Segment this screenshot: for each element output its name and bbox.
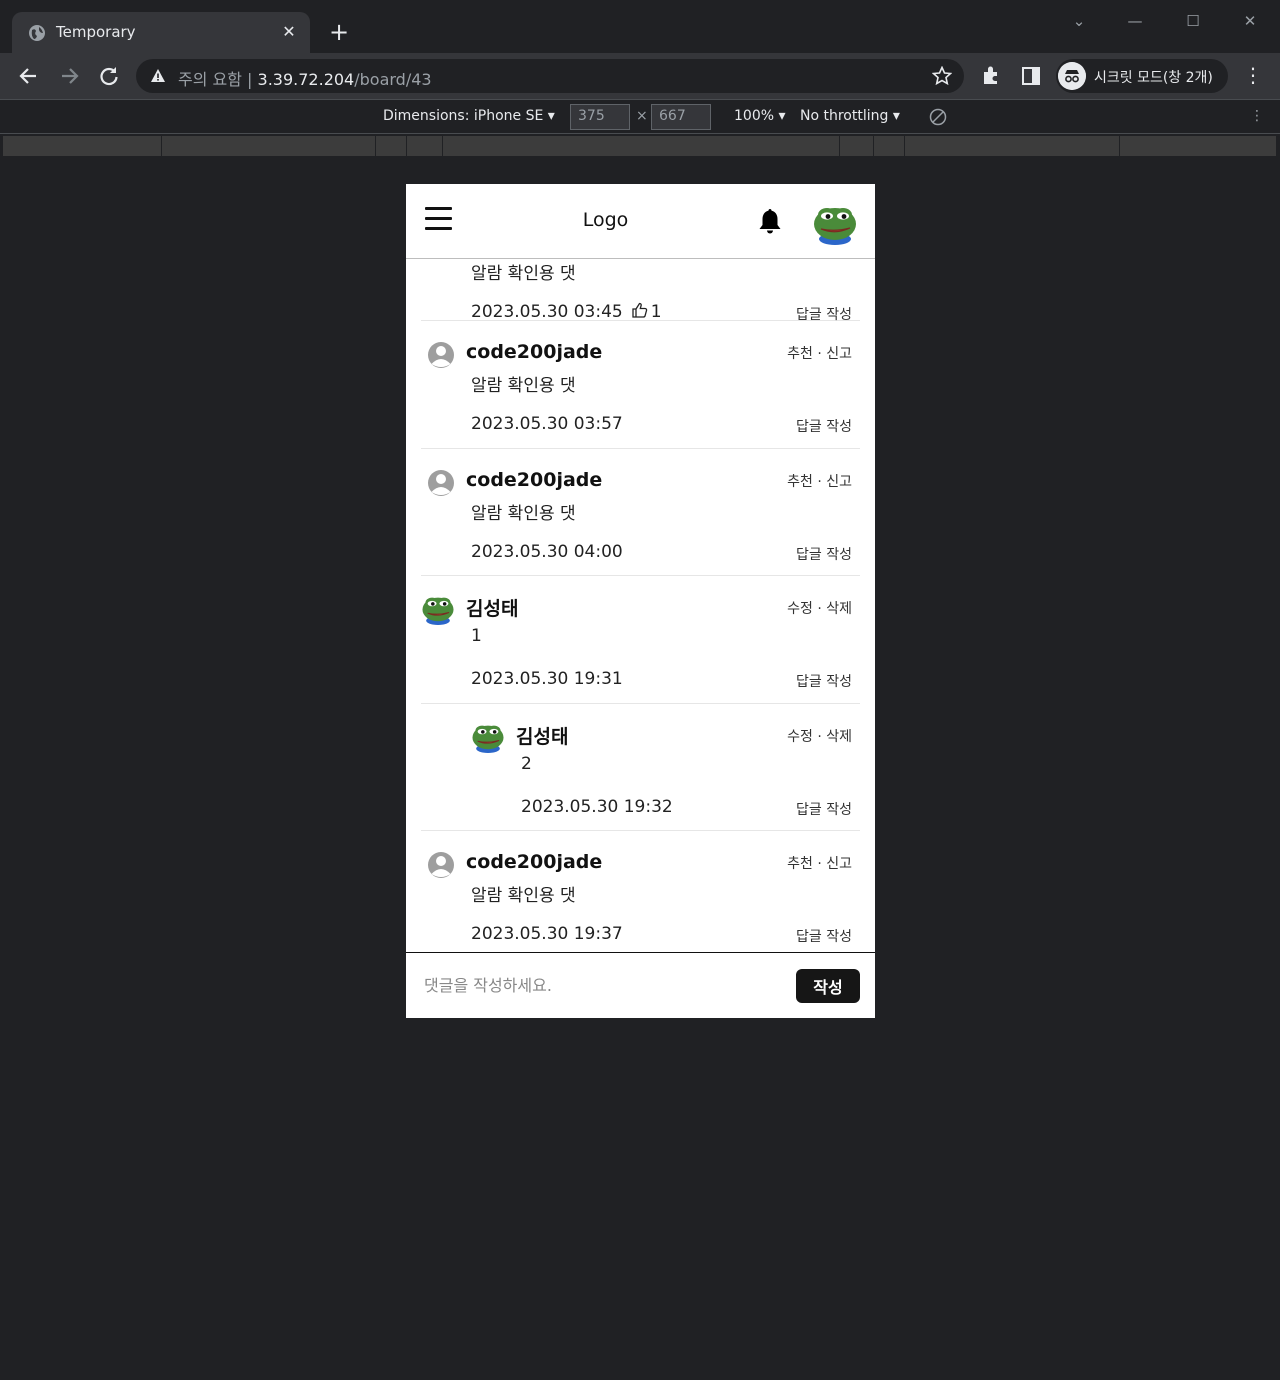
frog-avatar-icon bbox=[472, 725, 504, 753]
comment-actions[interactable]: 수정 · 삭제 bbox=[787, 598, 852, 618]
comment-date: 2023.05.30 03:45 1 bbox=[471, 302, 662, 322]
app-header: Logo bbox=[406, 184, 875, 259]
comment-body: 알람 확인용 댓 bbox=[471, 264, 576, 284]
ruler-segment[interactable] bbox=[407, 136, 443, 156]
frog-avatar-icon[interactable] bbox=[812, 199, 858, 245]
rotate-icon[interactable] bbox=[929, 108, 947, 126]
ruler-segment[interactable] bbox=[840, 136, 874, 156]
browser-tab[interactable]: Temporary ✕ bbox=[12, 12, 310, 53]
comment-body: 알람 확인용 댓 bbox=[471, 504, 576, 524]
url-path: /board/43 bbox=[354, 70, 432, 89]
browser-menu-icon[interactable]: ⋮ bbox=[1240, 63, 1266, 89]
comment-input[interactable] bbox=[416, 967, 786, 1003]
new-tab-button[interactable]: + bbox=[326, 20, 352, 46]
address-bar[interactable]: 주의 요함 | 3.39.72.204/board/43 bbox=[136, 59, 964, 93]
ruler-segment[interactable] bbox=[1120, 136, 1277, 156]
bell-icon[interactable] bbox=[758, 208, 782, 234]
globe-icon bbox=[29, 25, 45, 41]
app-logo[interactable]: Logo bbox=[406, 209, 805, 231]
default-user-avatar-icon bbox=[428, 852, 454, 878]
like-count: 1 bbox=[650, 302, 662, 322]
tab-search-icon[interactable]: ⌄ bbox=[1066, 8, 1092, 34]
minimize-icon[interactable]: — bbox=[1122, 8, 1148, 34]
comment-item: code200jade 추천 · 신고 알람 확인용 댓 2023.05.30 … bbox=[421, 449, 860, 576]
default-user-avatar-icon bbox=[428, 342, 454, 368]
device-height-input[interactable]: 667 bbox=[651, 104, 711, 130]
comment-author[interactable]: code200jade bbox=[466, 851, 602, 873]
frog-avatar-icon bbox=[422, 597, 454, 625]
comment-actions[interactable]: 추천 · 신고 bbox=[787, 471, 852, 491]
comment-date: 2023.05.30 03:57 bbox=[471, 414, 623, 434]
incognito-label: 시크릿 모드(창 2개) bbox=[1094, 70, 1213, 86]
reply-button[interactable]: 답글 작성 bbox=[796, 671, 852, 691]
reply-comment-item: 김성태 수정 · 삭제 2 2023.05.30 19:32 답글 작성 bbox=[421, 704, 860, 831]
reply-button[interactable]: 답글 작성 bbox=[796, 926, 852, 946]
comment-author[interactable]: 김성태 bbox=[516, 722, 568, 749]
comment-body: 알람 확인용 댓 bbox=[471, 886, 576, 906]
reply-button[interactable]: 답글 작성 bbox=[796, 416, 852, 436]
thumbs-up-icon[interactable] bbox=[631, 302, 648, 319]
comment-actions[interactable]: 추천 · 신고 bbox=[787, 343, 852, 363]
reload-icon[interactable] bbox=[96, 63, 122, 89]
ruler-segment[interactable] bbox=[905, 136, 1120, 156]
security-warning-label: 주의 요함 bbox=[178, 70, 242, 89]
comment-feed[interactable]: 알람 확인용 댓 2023.05.30 03:45 1 답글 작성 code200… bbox=[406, 259, 875, 952]
comment-actions[interactable]: 추천 · 신고 bbox=[787, 853, 852, 873]
comment-body: 1 bbox=[471, 626, 482, 646]
close-tab-icon[interactable]: ✕ bbox=[278, 21, 300, 43]
comment-author[interactable]: code200jade bbox=[466, 469, 602, 491]
comment-item: 알람 확인용 댓 2023.05.30 03:45 1 답글 작성 bbox=[421, 259, 860, 323]
comment-author[interactable]: code200jade bbox=[466, 341, 602, 363]
zoom-dropdown[interactable]: 100% ▾ bbox=[734, 108, 786, 124]
ruler-segment[interactable] bbox=[443, 136, 840, 156]
comment-date: 2023.05.30 19:37 bbox=[471, 924, 623, 944]
warning-icon[interactable] bbox=[150, 68, 166, 84]
device-toolbar: Dimensions: iPhone SE ▾ 375 × 667 100% ▾… bbox=[0, 99, 1280, 134]
comment-input-bar: 작성 bbox=[406, 952, 875, 1018]
comment-item: 김성태 수정 · 삭제 1 2023.05.30 19:31 답글 작성 bbox=[421, 576, 860, 704]
maximize-icon[interactable]: ☐ bbox=[1180, 8, 1206, 34]
comment-date: 2023.05.30 19:32 bbox=[521, 797, 673, 817]
ruler-segment[interactable] bbox=[162, 136, 376, 156]
default-user-avatar-icon bbox=[428, 470, 454, 496]
forward-arrow-icon[interactable] bbox=[56, 63, 82, 89]
throttling-dropdown[interactable]: No throttling ▾ bbox=[800, 108, 900, 124]
reply-button[interactable]: 답글 작성 bbox=[796, 799, 852, 819]
submit-comment-button[interactable]: 작성 bbox=[796, 969, 860, 1003]
device-options-icon[interactable]: ⋮ bbox=[1250, 108, 1264, 124]
ruler-segment[interactable] bbox=[874, 136, 905, 156]
device-width-input[interactable]: 375 bbox=[570, 104, 630, 130]
comment-actions[interactable]: 수정 · 삭제 bbox=[787, 726, 852, 746]
close-window-icon[interactable]: ✕ bbox=[1237, 8, 1263, 34]
reply-button[interactable]: 답글 작성 bbox=[796, 544, 852, 564]
address-text: 주의 요함 | 3.39.72.204/board/43 bbox=[178, 70, 432, 89]
back-arrow-icon[interactable] bbox=[16, 63, 42, 89]
ruler-segment[interactable] bbox=[3, 136, 162, 156]
url-host: 3.39.72.204 bbox=[257, 70, 355, 89]
browser-toolbar: 주의 요함 | 3.39.72.204/board/43 시크릿 모드(창 2개… bbox=[0, 53, 1280, 99]
tab-title: Temporary bbox=[56, 23, 136, 41]
bookmark-star-icon[interactable] bbox=[932, 66, 952, 86]
ruler-segment[interactable] bbox=[376, 136, 407, 156]
comment-author[interactable]: 김성태 bbox=[466, 594, 518, 621]
incognito-icon bbox=[1058, 62, 1086, 90]
side-panel-icon[interactable] bbox=[1018, 63, 1044, 89]
device-viewport: Logo 알람 확인용 댓 2023.05.30 03:45 1 답글 작성 c… bbox=[406, 184, 875, 1018]
comment-item: code200jade 추천 · 신고 알람 확인용 댓 2023.05.30 … bbox=[421, 321, 860, 449]
comment-body: 2 bbox=[521, 754, 532, 774]
browser-window: Temporary ✕ + ⌄ — ☐ ✕ 주의 요함 | 3.39.72.20… bbox=[0, 0, 1280, 1380]
comment-date: 2023.05.30 04:00 bbox=[471, 542, 623, 562]
comment-body: 알람 확인용 댓 bbox=[471, 376, 576, 396]
tab-strip: Temporary ✕ + ⌄ — ☐ ✕ bbox=[0, 0, 1280, 53]
comment-item: code200jade 추천 · 신고 알람 확인용 댓 2023.05.30 … bbox=[421, 831, 860, 952]
device-dimensions-dropdown[interactable]: Dimensions: iPhone SE ▾ bbox=[383, 108, 555, 124]
media-query-ruler bbox=[0, 134, 1280, 157]
dimension-separator: × bbox=[636, 108, 648, 124]
incognito-profile-button[interactable]: 시크릿 모드(창 2개) bbox=[1056, 59, 1228, 93]
extensions-icon[interactable] bbox=[978, 63, 1004, 89]
comment-date: 2023.05.30 19:31 bbox=[471, 669, 623, 689]
